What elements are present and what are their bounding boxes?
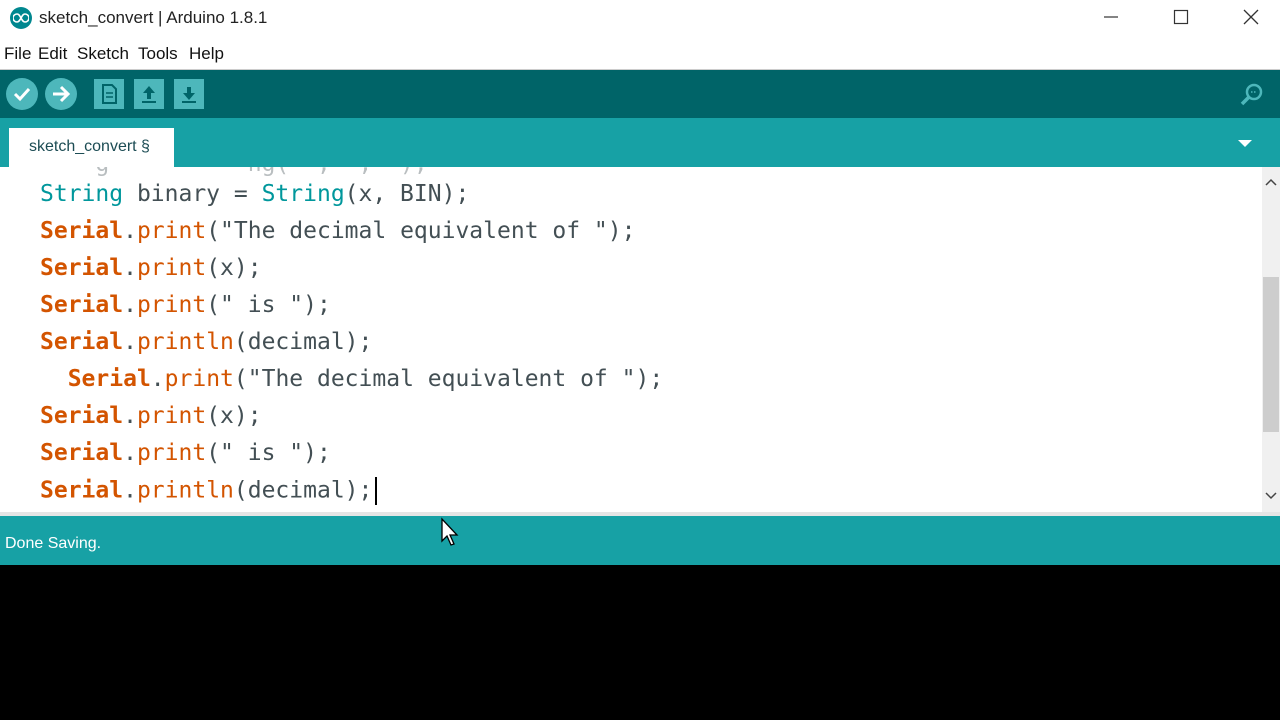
code-token: . [123,403,137,429]
code-token: Serial [40,477,124,504]
new-icon [102,84,117,104]
verify-button[interactable] [6,78,38,110]
code-token: Serial [40,292,124,318]
maximize-icon [1173,9,1189,25]
arduino-infinity-icon [10,7,32,29]
code-token: String [261,181,345,207]
code-token: . [123,329,137,355]
code-token: println [136,329,234,355]
code-token: . [123,218,137,244]
code-line[interactable]: String binary = String(x, BIN); [40,181,469,207]
code-line[interactable]: Serial.print(x); [40,255,262,281]
code-token: . [123,440,137,466]
menu-tools[interactable]: Tools [138,44,178,64]
code-token: ("The decimal equivalent of "); [206,218,636,244]
code-token: print [164,366,234,392]
open-icon [142,86,156,103]
upload-button[interactable] [45,78,77,110]
text-caret [375,477,378,505]
code-token: (x); [206,255,262,281]
code-token: Serial [40,255,124,281]
code-token: print [136,440,207,466]
code-token: Serial [40,218,124,244]
scroll-up-icon[interactable] [1264,175,1278,189]
scroll-down-icon[interactable] [1264,489,1278,503]
maximize-button[interactable] [1146,0,1216,34]
save-button[interactable] [174,79,204,109]
menu-file[interactable]: File [4,44,31,64]
code-token: String [40,181,124,207]
code-token: (decimal); [233,477,373,504]
tab-bar: sketch_convert § [0,118,1280,167]
code-token: binary = [123,181,262,207]
code-line[interactable]: Serial.println(decimal); [40,477,378,505]
code-token: (x); [206,403,262,429]
code-token: Serial [40,329,124,355]
code-token: . [123,255,137,281]
menu-edit[interactable]: Edit [38,44,67,64]
open-button[interactable] [134,79,164,109]
close-icon [1243,9,1259,25]
code-line[interactable]: Serial.print(" is "); [40,292,331,318]
minimize-button[interactable] [1076,0,1146,34]
serial-monitor-button[interactable] [1236,78,1268,110]
status-bar: Done Saving. [0,516,1280,565]
tab-sketch-convert[interactable]: sketch_convert § [9,128,174,167]
code-token: Serial [40,403,124,429]
code-token: (" is "); [206,292,331,318]
menu-bar: File Edit Sketch Tools Help [0,36,1280,70]
code-token: print [136,218,207,244]
code-token: Serial [40,440,124,466]
code-token: print [136,292,207,318]
console-output[interactable] [0,565,1280,720]
code-token: print [136,403,207,429]
new-button[interactable] [94,79,124,109]
code-token: ("The decimal equivalent of "); [233,366,664,392]
title-bar: sketch_convert | Arduino 1.8.1 [0,0,1280,36]
mouse-pointer-icon [441,517,459,546]
status-message: Done Saving. [5,535,102,552]
close-button[interactable] [1216,0,1280,34]
verify-icon [13,87,31,102]
code-line[interactable]: Serial.print("The decimal equivalent of … [40,366,663,392]
tab-menu-button[interactable] [1233,132,1257,154]
code-token: . [123,477,137,504]
chevron-down-icon [1233,132,1257,154]
menu-help[interactable]: Help [189,44,224,64]
tab-label: sketch_convert § [29,138,150,155]
code-token: println [136,477,234,504]
code-token: (x, BIN); [344,181,470,207]
code-token: (decimal); [233,329,373,355]
code-token: (" is "); [206,440,331,466]
code-line[interactable]: Serial.print("The decimal equivalent of … [40,218,635,244]
code-line[interactable]: Serial.print(x); [40,403,262,429]
scrollbar-thumb[interactable] [1263,277,1279,432]
toolbar [0,70,1280,118]
partial-line: g ng( , , ); [40,167,427,177]
menu-sketch[interactable]: Sketch [77,44,129,64]
code-token: print [136,255,207,281]
window-title: sketch_convert | Arduino 1.8.1 [39,8,268,27]
serial-monitor-icon [1240,83,1263,106]
code-editor[interactable]: g ng( , , ); String binary = String(x, B… [0,167,1280,512]
code-line[interactable]: Serial.println(decimal); [40,329,372,355]
code-line[interactable]: Serial.print(" is "); [40,440,331,466]
minimize-icon [1104,16,1118,18]
code-token: Serial [67,366,151,392]
code-token: . [123,292,137,318]
save-icon [182,87,196,103]
code-token: . [150,366,165,392]
upload-icon [53,85,71,103]
